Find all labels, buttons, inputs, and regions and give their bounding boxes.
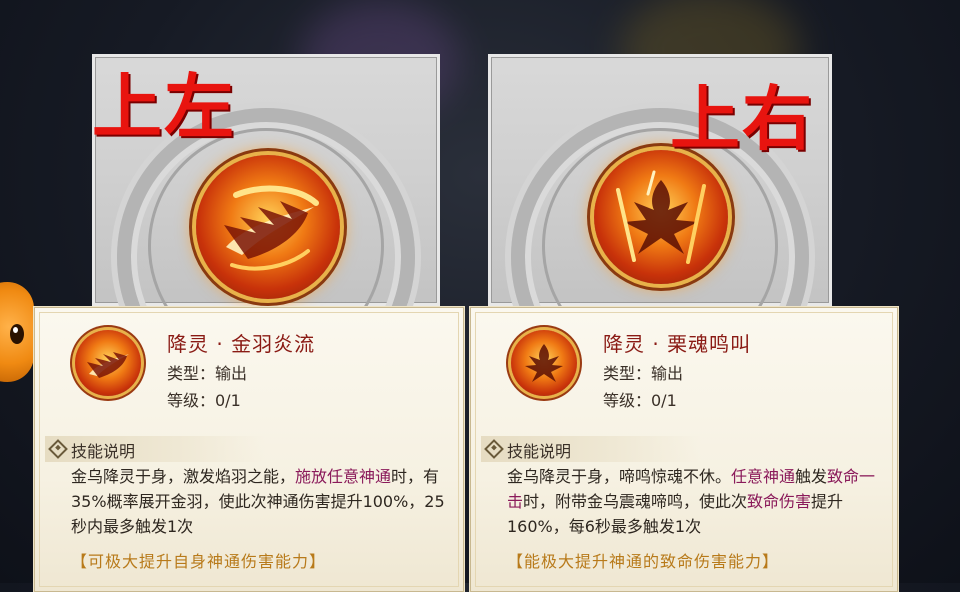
skill-type: 类型：输出 [167, 364, 248, 383]
skill-note: 【能极大提升神通的致命伤害能力】 [507, 552, 780, 571]
section-header: 技能说明 [481, 436, 701, 462]
golden-feather-flame-icon[interactable] [196, 155, 340, 299]
skill-level: 等级：0/1 [603, 391, 677, 410]
section-header: 技能说明 [45, 436, 265, 462]
diamond-icon [48, 439, 68, 459]
golden-feather-flame-icon [75, 330, 141, 396]
skill-note: 【可极大提升自身神通伤害能力】 [71, 552, 327, 571]
skill-card-right: 降灵 · 栗魂鸣叫 类型：输出 等级：0/1 技能说明 金乌降灵于身，啼鸣惊魂不… [470, 307, 898, 592]
corner-label-right: 上右 [670, 78, 814, 160]
phoenix-cry-icon[interactable] [594, 150, 728, 284]
skill-name: 降灵 · 金羽炎流 [167, 332, 316, 356]
desc-segment: 金乌降灵于身，啼鸣惊魂不休。 [507, 467, 732, 486]
mascot-avatar [0, 282, 34, 382]
section-title: 技能说明 [507, 442, 572, 461]
phoenix-cry-icon [511, 330, 577, 396]
skill-type: 类型：输出 [603, 364, 684, 383]
skill-description: 金乌降灵于身，啼鸣惊魂不休。任意神通触发致命一击时，附带金乌震魂啼鸣，使此次致命… [507, 464, 887, 539]
section-title: 技能说明 [71, 442, 136, 461]
skill-card-left: 降灵 · 金羽炎流 类型：输出 等级：0/1 技能说明 金乌降灵于身，激发焰羽之… [34, 307, 464, 592]
desc-highlight: 施放任意神通 [295, 467, 392, 486]
desc-segment: 金乌降灵于身，激发焰羽之能， [71, 467, 296, 486]
desc-highlight: 任意神通 [731, 467, 796, 486]
diamond-icon [484, 439, 504, 459]
desc-segment: 时，附带金乌震魂啼鸣，使此次 [523, 492, 748, 511]
skill-level: 等级：0/1 [167, 391, 241, 410]
desc-segment: 触发 [795, 467, 828, 486]
skill-description: 金乌降灵于身，激发焰羽之能，施放任意神通时，有35%概率展开金羽，使此次神通伤害… [71, 464, 451, 539]
corner-label-left: 上左 [92, 66, 236, 148]
skill-name: 降灵 · 栗魂鸣叫 [603, 332, 752, 356]
desc-highlight: 致命伤害 [747, 492, 812, 511]
